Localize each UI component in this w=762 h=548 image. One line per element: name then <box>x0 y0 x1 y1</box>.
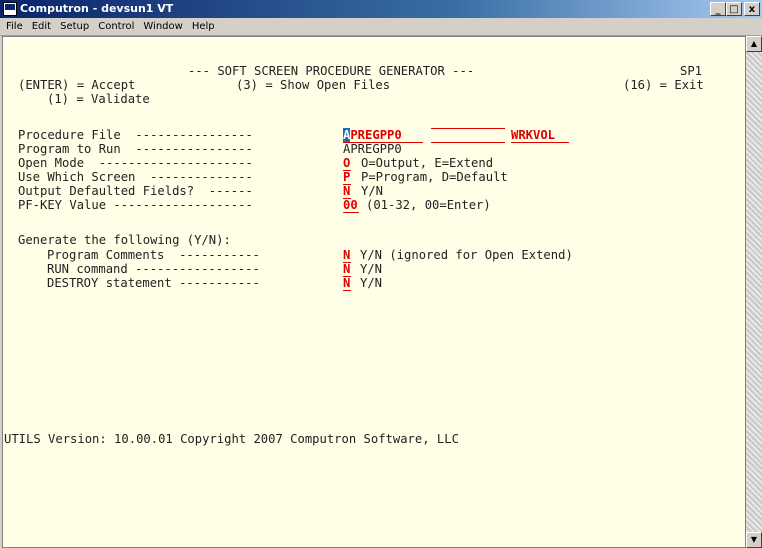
maximize-button[interactable]: □ <box>726 2 742 16</box>
program-library-field[interactable] <box>431 142 505 143</box>
program-comments-label: Program Comments ----------- <box>47 248 260 262</box>
destroy-field[interactable]: N <box>343 276 351 291</box>
menu-help[interactable]: Help <box>192 21 215 32</box>
procedure-library-field[interactable] <box>431 128 505 129</box>
menu-window[interactable]: Window <box>143 21 182 32</box>
run-command-label: RUN command ----------------- <box>47 262 260 276</box>
title-bar: Computron - devsun1 VT _ □ x <box>0 0 762 18</box>
key-enter-hint: (ENTER) = Accept <box>18 78 136 92</box>
version-footer: UTILS Version: 10.00.01 Copyright 2007 C… <box>4 432 459 446</box>
pfkey-label: PF-KEY Value ------------------- <box>18 198 253 212</box>
output-defaulted-label: Output Defaulted Fields? ------ <box>18 184 253 198</box>
which-screen-label: Use Which Screen -------------- <box>18 170 253 184</box>
open-mode-label: Open Mode --------------------- <box>18 156 253 170</box>
program-comments-hint: Y/N (ignored for Open Extend) <box>360 248 573 262</box>
scroll-down-button[interactable]: ▼ <box>746 532 762 548</box>
program-to-run-label: Program to Run ---------------- <box>18 142 253 156</box>
minimize-button[interactable]: _ <box>710 2 726 16</box>
run-command-field[interactable]: N <box>343 262 351 277</box>
which-screen-field[interactable]: P <box>343 170 351 185</box>
destroy-label: DESTROY statement ----------- <box>47 276 260 290</box>
menu-edit[interactable]: Edit <box>32 21 51 32</box>
key-16-hint: (16) = Exit <box>623 78 704 92</box>
program-volume-field[interactable] <box>511 142 569 143</box>
open-mode-field[interactable]: O <box>343 156 351 171</box>
which-screen-hint: P=Program, D=Default <box>361 170 508 184</box>
screen-id: SP1 <box>680 64 703 78</box>
close-button[interactable]: x <box>744 2 760 16</box>
pfkey-field[interactable]: 00 <box>343 198 359 213</box>
app-icon <box>3 2 17 16</box>
scroll-up-button[interactable]: ▲ <box>746 36 762 52</box>
key-3-hint: (3) = Show Open Files <box>236 78 391 92</box>
menu-control[interactable]: Control <box>98 21 134 32</box>
pfkey-hint: (01-32, 00=Enter) <box>366 198 491 212</box>
program-to-run-value: APREGPP0 <box>343 142 402 156</box>
output-defaulted-hint: Y/N <box>361 184 384 198</box>
procedure-file-label: Procedure File ---------------- <box>18 128 253 142</box>
window-title: Computron - devsun1 VT <box>20 2 174 15</box>
output-defaulted-field[interactable]: N <box>343 184 351 199</box>
menu-setup[interactable]: Setup <box>60 21 89 32</box>
menu-bar: File Edit Setup Control Window Help <box>0 18 762 36</box>
destroy-hint: Y/N <box>360 276 383 290</box>
procedure-volume-field[interactable]: WRKVOL <box>511 128 569 143</box>
procedure-file-field[interactable]: APREGPP0 <box>343 128 423 143</box>
run-command-hint: Y/N <box>360 262 383 276</box>
generate-heading: Generate the following (Y/N): <box>18 233 231 247</box>
vertical-scrollbar[interactable]: ▲ ▼ <box>746 36 762 548</box>
screen-header: --- SOFT SCREEN PROCEDURE GENERATOR --- <box>188 64 475 78</box>
program-comments-field[interactable]: N <box>343 248 351 263</box>
menu-file[interactable]: File <box>6 21 23 32</box>
open-mode-hint: O=Output, E=Extend <box>361 156 494 170</box>
key-1-hint: (1) = Validate <box>47 92 150 106</box>
terminal-screen[interactable]: --- SOFT SCREEN PROCEDURE GENERATOR --- … <box>2 36 746 548</box>
